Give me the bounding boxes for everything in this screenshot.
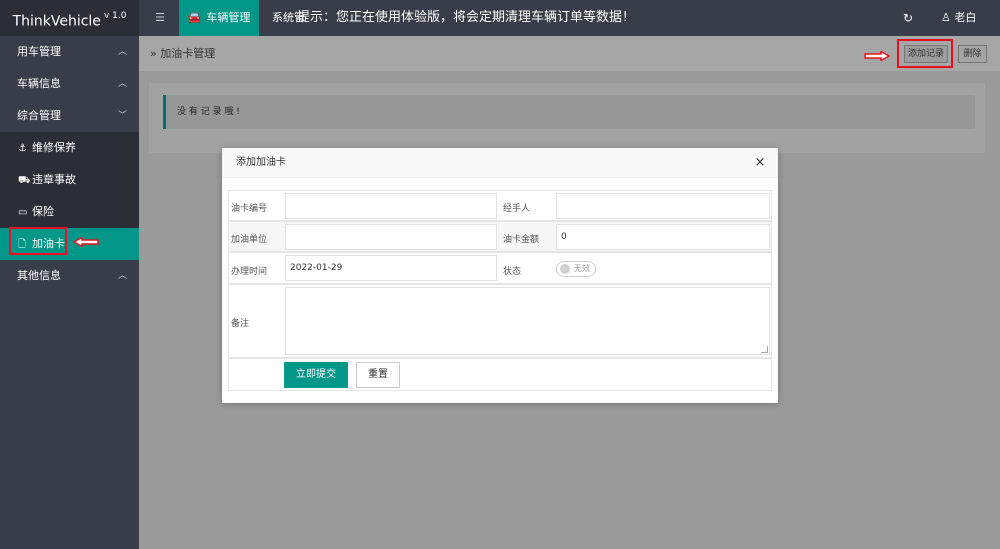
form-row: 油卡编号 经手人 xyxy=(228,190,772,221)
card-number-label: 油卡编号 xyxy=(231,204,268,214)
delete-button[interactable]: 删除 xyxy=(958,45,987,63)
sidebar-item-label: 用车管理 xyxy=(17,45,61,58)
sidebar-item-violations[interactable]: ⛟违章事故 xyxy=(0,164,139,196)
form-row: 加油单位 油卡金额 0 xyxy=(228,221,772,252)
sidebar-group-vehicle-info[interactable]: 车辆信息 ︿ xyxy=(0,68,139,100)
remark-textarea[interactable] xyxy=(285,287,770,355)
submit-button[interactable]: 立即提交 xyxy=(284,362,348,388)
chevron-up-icon: ︿ xyxy=(117,271,127,281)
handler-input[interactable] xyxy=(556,193,770,219)
car-icon: 🚘 xyxy=(187,11,202,24)
remark-label: 备注 xyxy=(231,319,250,329)
records-panel: 没 有 记 录 哦 ! xyxy=(149,83,985,153)
form-row: 备注 xyxy=(228,284,772,358)
sidebar-item-label: 综合管理 xyxy=(17,109,61,122)
notice-banner: 提示：您正在使用体验版，将会定期清理车辆订单等数据！ xyxy=(297,10,636,25)
arrow-right-icon xyxy=(864,51,890,61)
chevron-up-icon: ︿ xyxy=(117,79,127,89)
close-icon[interactable]: × xyxy=(752,154,768,172)
tab-label: 车辆管理 xyxy=(206,11,251,24)
refresh-icon[interactable]: ↻ xyxy=(899,0,917,36)
card-number-input[interactable] xyxy=(285,193,497,219)
sidebar-item-insurance[interactable]: ▭ 保险 xyxy=(0,196,139,228)
toggle-knob xyxy=(560,264,570,274)
app-logo[interactable]: ThinkVehicle v 1.0 xyxy=(0,0,139,36)
chevron-up-icon: ︿ xyxy=(117,47,127,57)
sidebar: 用车管理 ︿ 车辆信息 ︿ 综合管理 ﹀ ⚓ 维修保养 ⛟违章事故 ▭ 保险 🗋 加油… xyxy=(0,36,139,549)
status-label: 状态 xyxy=(503,267,522,277)
dialog-header: 添加加油卡 × xyxy=(222,148,778,178)
breadcrumb-separator: » xyxy=(150,47,157,60)
menu-icon[interactable]: ☰ xyxy=(150,0,170,36)
arrow-left-icon xyxy=(73,237,99,247)
page-title: 加油卡管理 xyxy=(160,47,216,60)
sidebar-item-maintenance[interactable]: ⚓ 维修保养 xyxy=(0,132,139,164)
chevron-down-icon: ﹀ xyxy=(117,111,127,121)
card-icon: ▭ xyxy=(18,207,28,218)
fuel-unit-label: 加油单位 xyxy=(231,235,268,245)
app-version: v 1.0 xyxy=(103,11,127,21)
user-menu[interactable]: ♙ 老白 xyxy=(941,0,976,36)
highlight-fuel-card xyxy=(9,227,67,255)
handler-label: 经手人 xyxy=(503,204,531,214)
form-row: 办理时间 2022-01-29 状态 无效 xyxy=(228,252,772,284)
card-amount-label: 油卡金额 xyxy=(503,235,540,245)
user-name: 老白 xyxy=(954,11,977,24)
process-date-input[interactable]: 2022-01-29 xyxy=(285,255,497,281)
sidebar-item-label: 其他信息 xyxy=(17,269,61,282)
sidebar-item-label: 车辆信息 xyxy=(17,77,61,90)
process-date-label: 办理时间 xyxy=(231,267,268,277)
add-fuel-card-dialog: 添加加油卡 × 油卡编号 经手人 加油单位 油卡金额 0 办理时间 2022-0… xyxy=(222,148,778,403)
tab-vehicle-management[interactable]: 🚘 车辆管理 xyxy=(179,0,259,36)
reset-button[interactable]: 重置 xyxy=(356,362,400,388)
anchor-icon: ⚓ xyxy=(18,143,27,154)
fuel-unit-input[interactable] xyxy=(285,224,497,250)
top-bar: ThinkVehicle v 1.0 ☰ 🚘 车辆管理 系统管 提示：您正在使用体验… xyxy=(0,0,1000,36)
truck-icon: ⛟ xyxy=(18,175,31,186)
sidebar-group-general[interactable]: 综合管理 ﹀ xyxy=(0,100,139,132)
sidebar-group-other[interactable]: 其他信息 ︿ xyxy=(0,260,139,292)
dialog-title: 添加加油卡 xyxy=(236,157,286,168)
app-name: ThinkVehicle xyxy=(12,13,101,30)
breadcrumb: » 加油卡管理 xyxy=(150,36,215,71)
sidebar-item-label: 维修保养 xyxy=(32,141,76,154)
sidebar-item-label: 违章事故 xyxy=(32,173,76,186)
sidebar-item-label: 保险 xyxy=(32,205,54,218)
highlight-add-button xyxy=(897,39,953,68)
sidebar-group-vehicle-use[interactable]: 用车管理 ︿ xyxy=(0,36,139,68)
card-amount-input[interactable]: 0 xyxy=(556,224,770,250)
empty-message: 没 有 记 录 哦 ! xyxy=(163,95,975,129)
resize-grip-icon[interactable] xyxy=(761,346,768,353)
status-toggle-text: 无效 xyxy=(574,264,590,273)
user-icon: ♙ xyxy=(941,11,951,24)
status-toggle[interactable]: 无效 xyxy=(556,261,596,277)
